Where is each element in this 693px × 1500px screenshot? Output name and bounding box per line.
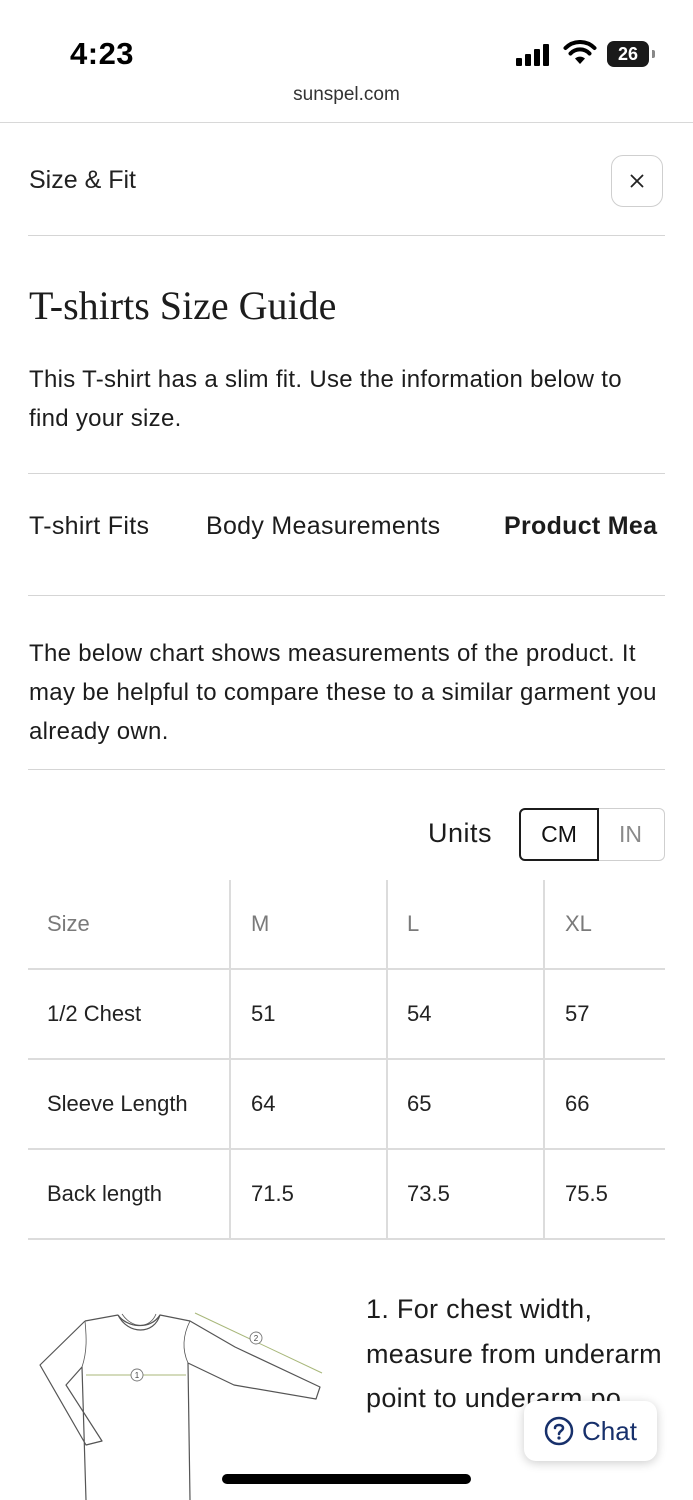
header-size-l: L [386, 880, 543, 968]
header-size: Size [47, 911, 90, 936]
size-table: Size M L XL 1/2 Chest 51 54 57 Sleeve Le… [28, 880, 665, 1240]
home-indicator[interactable] [222, 1474, 471, 1484]
row-label: Sleeve Length [47, 1091, 188, 1116]
chat-button[interactable]: Chat [524, 1401, 657, 1461]
units-label: Units [428, 818, 493, 848]
modal-title: Size & Fit [29, 166, 136, 194]
table-cell: 51 [229, 970, 386, 1058]
size-guide-intro: This T-shirt has a slim fit. Use the inf… [29, 366, 622, 432]
row-label: 1/2 Chest [47, 1001, 142, 1026]
table-cell: 65 [386, 1060, 543, 1148]
divider [28, 235, 665, 236]
help-question-icon [544, 1416, 574, 1446]
cellular-signal-icon [516, 44, 552, 66]
table-header-row: Size M L XL [28, 880, 665, 970]
header-size-m: M [229, 880, 386, 968]
table-row: Sleeve Length 64 65 66 [28, 1060, 665, 1150]
table-row: 1/2 Chest 51 54 57 [28, 970, 665, 1060]
table-cell: 71.5 [229, 1150, 386, 1238]
unit-cm-button[interactable]: CM [519, 808, 599, 861]
table-cell: 66 [543, 1060, 665, 1148]
tshirt-measurement-illustration: 1 2 [39, 1312, 323, 1500]
table-cell: 64 [229, 1060, 386, 1148]
row-label: Back length [47, 1181, 162, 1206]
browser-divider [0, 122, 693, 123]
product-measurements-description: The below chart shows measurements of th… [29, 640, 657, 745]
status-time: 4:23 [70, 36, 135, 71]
table-cell: 54 [386, 970, 543, 1058]
close-button[interactable] [611, 155, 663, 207]
size-guide-tabs: T-shirt Fits Body Measurements Product M… [29, 512, 665, 552]
chat-label: Chat [582, 1415, 637, 1446]
tab-product-measurements[interactable]: Product Mea [504, 512, 657, 541]
marker-1-label: 1 [135, 1371, 140, 1380]
tab-tshirt-fits[interactable]: T-shirt Fits [29, 512, 149, 541]
unit-in-button[interactable]: IN [597, 808, 665, 861]
divider [28, 769, 665, 770]
unit-toggle: CM IN [519, 808, 665, 861]
close-icon [630, 174, 644, 188]
table-cell: 73.5 [386, 1150, 543, 1238]
wifi-icon [563, 40, 597, 64]
status-bar: 4:23 26 [0, 0, 693, 90]
browser-url[interactable]: sunspel.com [0, 84, 693, 106]
marker-2-label: 2 [254, 1334, 259, 1343]
divider [28, 473, 665, 474]
divider [28, 595, 665, 596]
table-cell: 75.5 [543, 1150, 665, 1238]
tab-body-measurements[interactable]: Body Measurements [206, 512, 440, 541]
battery-icon [652, 50, 655, 58]
table-row: Back length 71.5 73.5 75.5 [28, 1150, 665, 1240]
table-cell: 57 [543, 970, 665, 1058]
size-guide-heading: T-shirts Size Guide [29, 283, 337, 328]
battery-level: 26 [607, 41, 649, 67]
header-size-xl: XL [543, 880, 665, 968]
